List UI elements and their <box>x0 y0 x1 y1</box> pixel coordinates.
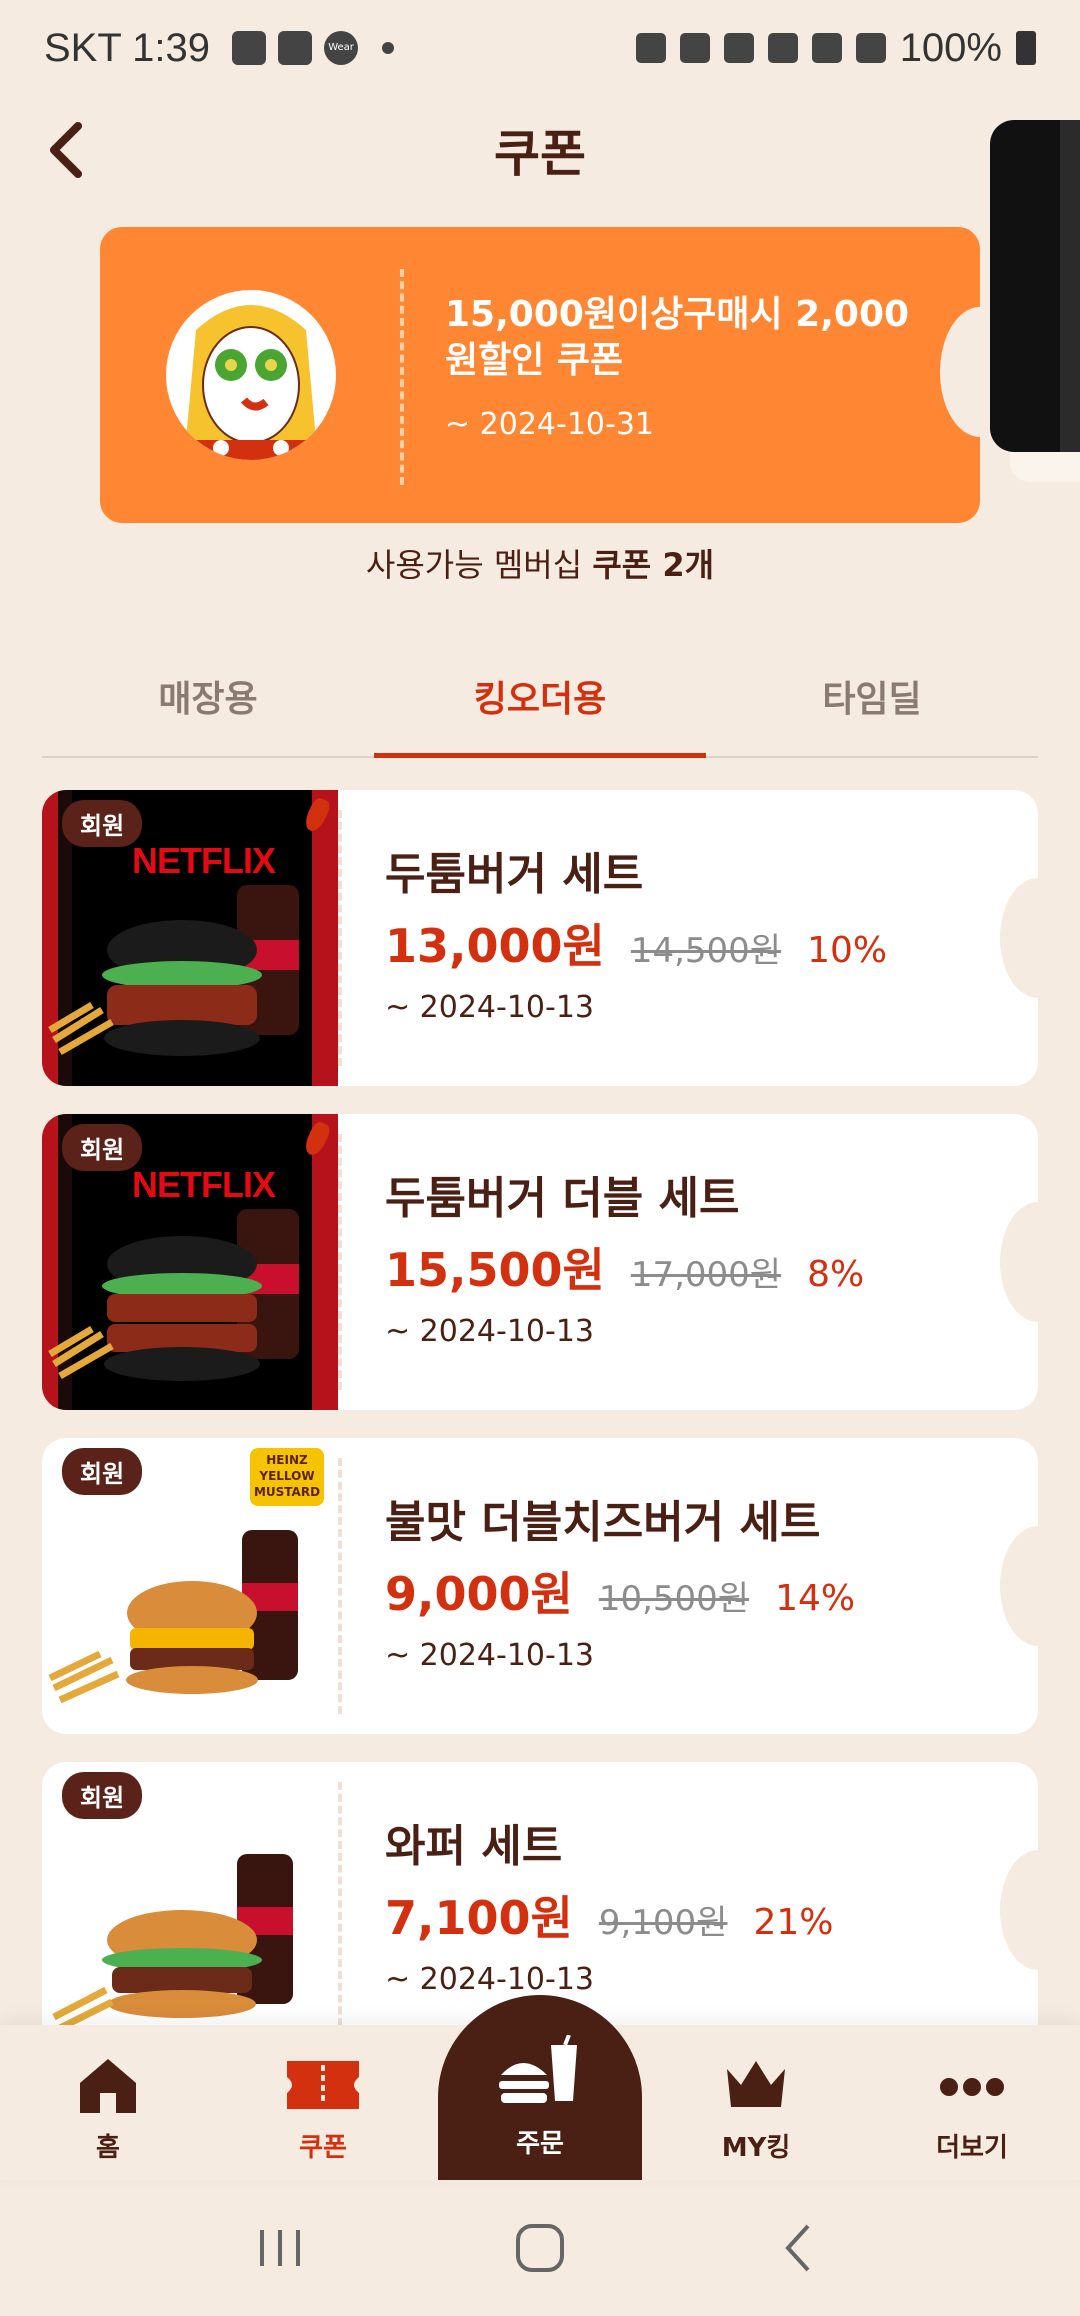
coupon-image: 회원 <box>42 1762 338 2025</box>
member-badge: 회원 <box>62 1772 143 1819</box>
coupon-price-row: 13,000원 14,500원 10% <box>385 910 887 976</box>
coupon-list: NETFLIX 회원 두툼버거 세트 13,000원 14,500원 10% ~… <box>42 790 1038 2025</box>
nav-coupon[interactable]: 쿠폰 <box>253 2055 393 2164</box>
coupon-date: ~ 2024-10-13 <box>385 990 595 1025</box>
coupon-card[interactable]: NETFLIX 회원 두툼버거 더블 세트 15,500원 17,000원 8%… <box>42 1114 1038 1410</box>
coupon-original-price: 14,500원 <box>630 931 782 971</box>
member-badge: 회원 <box>62 1124 143 1171</box>
home-icon <box>80 2059 136 2113</box>
image-icon <box>232 31 267 65</box>
coupon-original-price: 10,500원 <box>598 1579 750 1619</box>
coupon-price-row: 15,500원 17,000원 8% <box>385 1234 864 1300</box>
coupon-discount: 8% <box>807 1254 865 1295</box>
coupon-divider <box>338 1134 342 1390</box>
status-time: SKT 1:39 <box>44 25 211 70</box>
status-bar: SKT 1:39 Wear 100% <box>0 0 1080 96</box>
character-avatar <box>166 290 336 460</box>
coupon-card[interactable]: HEINZ YELLOW MUSTARD 회원 불맛 더블치즈버거 세트 9,0… <box>42 1438 1038 1734</box>
coupon-notch <box>1000 878 1038 998</box>
alarm-icon <box>679 33 710 63</box>
coupon-notch <box>940 307 980 437</box>
coupon-price: 7,100원 <box>385 1891 573 1945</box>
wifi-icon <box>811 33 842 63</box>
coupon-divider <box>338 1458 342 1714</box>
nav-more-label: 더보기 <box>936 2133 1008 2163</box>
coupon-divider <box>338 810 342 1066</box>
coupon-discount: 10% <box>807 930 888 971</box>
back-icon[interactable] <box>770 2218 830 2278</box>
coupon-original-price: 9,100원 <box>598 1903 728 1943</box>
coupon-notch <box>1000 1850 1038 1970</box>
nav-coupon-label: 쿠폰 <box>299 2133 347 2163</box>
signal-icon <box>855 33 886 63</box>
nav-more[interactable]: 더보기 <box>902 2055 1042 2164</box>
nav-home-label: 홈 <box>96 2133 120 2163</box>
coupon-image: HEINZ YELLOW MUSTARD 회원 <box>42 1438 338 1734</box>
coupon-name: 불맛 더블치즈버거 세트 <box>385 1497 821 1548</box>
coupon-icon <box>287 2061 359 2109</box>
coupon-count: 사용가능 멤버십 쿠폰 2개 <box>0 540 1080 586</box>
next-coupon-peek[interactable] <box>990 120 1080 452</box>
dot-icon <box>382 42 395 54</box>
crown-icon <box>727 2061 785 2107</box>
banner-coupon-title: 15,000원이상구매시 2,000원할인 쿠폰 <box>445 294 910 381</box>
nav-myking-label: MY킹 <box>721 2133 791 2163</box>
coupon-discount: 21% <box>753 1902 834 1943</box>
coupon-price-row: 9,000원 10,500원 14% <box>385 1558 855 1624</box>
coupon-card[interactable]: NETFLIX 회원 두툼버거 세트 13,000원 14,500원 10% ~… <box>42 790 1038 1086</box>
member-badge: 회원 <box>62 800 143 847</box>
tab-time-deal[interactable]: 타임딜 <box>706 640 1038 756</box>
battery-percent: 100% <box>899 25 1002 70</box>
system-nav <box>0 2180 1080 2316</box>
nav-myking[interactable]: MY킹 <box>686 2055 826 2164</box>
more-icon <box>940 2078 1004 2096</box>
coupon-count-prefix: 사용가능 멤버십 <box>365 546 593 584</box>
coupon-notch <box>1000 1526 1038 1646</box>
coupon-original-price: 17,000원 <box>630 1255 782 1295</box>
coupon-notch <box>1000 1202 1038 1322</box>
mail-icon <box>278 31 313 65</box>
coupon-name: 두툼버거 더블 세트 <box>385 1173 740 1224</box>
coupon-price: 9,000원 <box>385 1567 573 1621</box>
recent-apps-icon[interactable] <box>250 2218 310 2278</box>
membership-coupon-banner[interactable]: 15,000원이상구매시 2,000원할인 쿠폰 ~ 2024-10-31 <box>100 227 980 523</box>
coupon-date: ~ 2024-10-13 <box>385 1638 595 1673</box>
status-right: 100% <box>635 25 1036 71</box>
wear-icon: Wear <box>324 31 359 65</box>
coupon-discount: 14% <box>775 1578 856 1619</box>
coupon-image: NETFLIX 회원 <box>42 790 338 1086</box>
coupon-tabs: 매장용 킹오더용 타임딜 <box>42 640 1038 758</box>
next-coupon-shadow <box>1010 452 1080 482</box>
page-title: 쿠폰 <box>494 125 586 183</box>
nav-order-label: 주문 <box>516 2129 564 2159</box>
coupon-divider <box>400 269 404 485</box>
coupon-date: ~ 2024-10-13 <box>385 1314 595 1349</box>
coupon-price: 13,000원 <box>385 919 605 973</box>
tab-king-order[interactable]: 킹오더용 <box>374 640 706 758</box>
coupon-name: 와퍼 세트 <box>385 1821 563 1872</box>
home-button-icon[interactable] <box>510 2218 570 2278</box>
banner-coupon-date: ~ 2024-10-31 <box>445 407 655 442</box>
lock-icon <box>635 33 666 63</box>
nav-home[interactable]: 홈 <box>38 2055 178 2164</box>
coupon-divider <box>338 1782 342 2025</box>
coupon-card[interactable]: 회원 와퍼 세트 7,100원 9,100원 21% ~ 2024-10-13 <box>42 1762 1038 2025</box>
coupon-name: 두툼버거 세트 <box>385 849 644 900</box>
burger-drink-icon <box>499 2035 577 2103</box>
member-badge: 회원 <box>62 1448 143 1495</box>
battery-icon <box>1016 31 1036 65</box>
tab-store[interactable]: 매장용 <box>42 640 374 756</box>
header: 쿠폰 <box>0 110 1080 190</box>
coupon-price-row: 7,100원 9,100원 21% <box>385 1882 833 1948</box>
coupon-image: NETFLIX 회원 <box>42 1114 338 1410</box>
mute-icon <box>767 33 798 63</box>
coupon-date: ~ 2024-10-13 <box>385 1962 595 1997</box>
coupon-price: 15,500원 <box>385 1243 605 1297</box>
bluetooth-icon <box>723 33 754 63</box>
coupon-count-value: 쿠폰 2개 <box>592 546 715 584</box>
